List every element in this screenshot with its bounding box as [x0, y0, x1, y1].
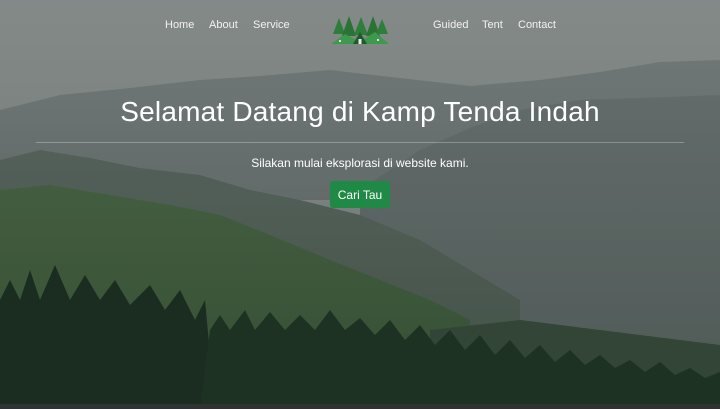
- nav-home-link[interactable]: Home: [165, 19, 194, 31]
- hero-title: Selamat Datang di Kamp Tenda Indah: [120, 96, 600, 127]
- top-navbar: Home About Service Guided Tent Contact: [0, 0, 720, 54]
- hero-section: Home About Service Guided Tent Contact S…: [0, 0, 720, 409]
- tent-forest-logo-icon[interactable]: [331, 16, 389, 46]
- hero-subtitle: Silakan mulai eksplorasi di website kami…: [251, 156, 469, 170]
- nav-service-link[interactable]: Service: [253, 19, 290, 31]
- hero-divider: [36, 142, 684, 143]
- nav-contact-link[interactable]: Contact: [518, 19, 556, 31]
- nav-about-link[interactable]: About: [209, 19, 238, 31]
- nav-tent-link[interactable]: Tent: [482, 19, 503, 31]
- cari-tau-button[interactable]: Cari Tau: [330, 181, 390, 208]
- nav-guided-link[interactable]: Guided: [433, 19, 468, 31]
- bottom-edge-bar: [0, 404, 720, 409]
